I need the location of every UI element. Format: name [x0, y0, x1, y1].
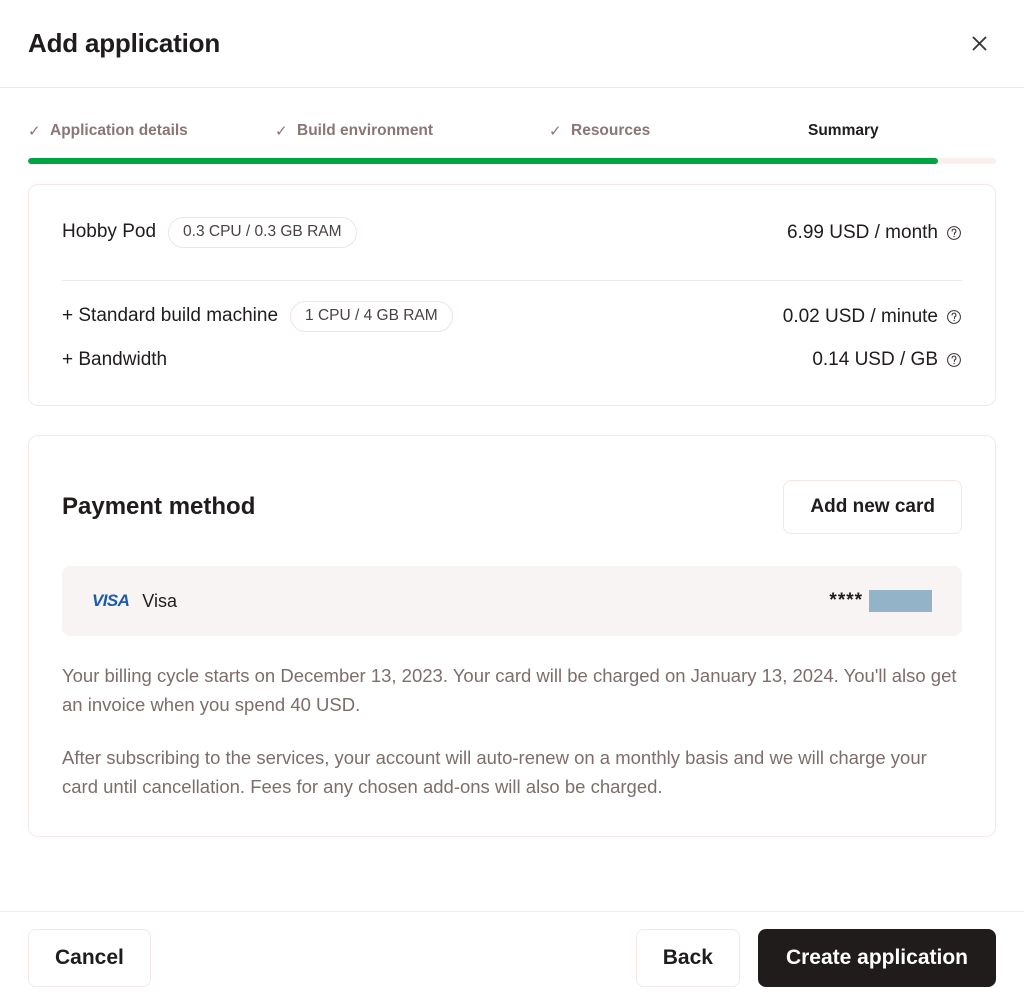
auto-renew-note: After subscribing to the services, your …: [62, 747, 927, 798]
modal-footer: Cancel Back Create application: [0, 911, 1024, 1003]
plan-name: Hobby Pod: [62, 221, 157, 243]
saved-card-row[interactable]: VISA Visa ****: [62, 566, 962, 636]
addon-name: + Standard build machine: [62, 305, 279, 327]
addon-row: + Bandwidth 0.14 USD / GB: [62, 338, 962, 381]
payment-method-header: Payment method Add new card: [62, 480, 962, 534]
close-icon: [970, 34, 989, 53]
step-label: Summary: [808, 122, 879, 139]
cancel-button[interactable]: Cancel: [28, 928, 151, 987]
check-icon: ✓: [28, 122, 41, 140]
addon-price-text: 0.02 USD / minute: [782, 305, 938, 327]
addon-price: 0.02 USD / minute: [783, 306, 962, 328]
step-build-environment[interactable]: ✓ Build environment: [275, 122, 549, 140]
plan-summary-card: Hobby Pod 0.3 CPU / 0.3 GB RAM 6.99 USD …: [28, 184, 996, 406]
addon-info: + Standard build machine 1 CPU / 4 GB RA…: [62, 301, 453, 332]
visa-logo-icon: VISA: [92, 591, 130, 610]
plan-row: Hobby Pod 0.3 CPU / 0.3 GB RAM 6.99 USD …: [62, 185, 962, 280]
step-summary[interactable]: Summary: [808, 122, 879, 140]
step-resources[interactable]: ✓ Resources: [549, 122, 808, 140]
check-icon: ✓: [549, 122, 562, 140]
payment-method-title: Payment method: [62, 493, 256, 520]
check-icon: ✓: [275, 122, 288, 140]
step-list: ✓ Application details ✓ Build environmen…: [0, 114, 1024, 148]
plan-price-text: 6.99 USD / month: [786, 221, 938, 243]
footer-actions: Back Create application: [635, 928, 996, 987]
wizard-stepper: ✓ Application details ✓ Build environmen…: [0, 88, 1024, 164]
plan-price: 6.99 USD / month: [787, 222, 962, 244]
help-circle-icon[interactable]: [946, 352, 962, 368]
card-brand-info: VISA Visa: [92, 591, 177, 612]
plan-info: Hobby Pod 0.3 CPU / 0.3 GB RAM: [62, 217, 357, 248]
help-circle-icon[interactable]: [946, 225, 962, 241]
addon-price-text: 0.14 USD / GB: [812, 348, 938, 370]
payment-method-card: Payment method Add new card VISA Visa **…: [28, 435, 996, 837]
back-button[interactable]: Back: [635, 928, 740, 987]
addons-list: + Standard build machine 1 CPU / 4 GB RA…: [62, 281, 962, 405]
step-label: Application details: [50, 122, 188, 139]
modal-header: Add application: [0, 0, 1024, 88]
addon-name: + Bandwidth: [62, 348, 168, 370]
page-title: Add application: [28, 28, 221, 58]
step-label: Resources: [571, 122, 651, 139]
addon-row: + Standard build machine 1 CPU / 4 GB RA…: [62, 295, 962, 338]
create-application-button[interactable]: Create application: [757, 928, 996, 987]
addon-spec-chip: 1 CPU / 4 GB RAM: [290, 301, 453, 332]
step-label: Build environment: [297, 122, 434, 139]
help-circle-icon[interactable]: [946, 309, 962, 325]
card-number-masked: ****: [829, 590, 932, 612]
step-application-details[interactable]: ✓ Application details: [28, 122, 275, 140]
billing-cycle-note: Your billing cycle starts on December 13…: [62, 665, 957, 715]
addon-info: + Bandwidth: [62, 349, 167, 371]
modal-body: Hobby Pod 0.3 CPU / 0.3 GB RAM 6.99 USD …: [0, 164, 1024, 911]
close-button[interactable]: [962, 27, 996, 61]
addon-price: 0.14 USD / GB: [812, 349, 962, 371]
plan-spec-chip: 0.3 CPU / 0.3 GB RAM: [168, 217, 357, 248]
add-new-card-button[interactable]: Add new card: [783, 480, 962, 534]
add-application-modal: Add application ✓ Application details ✓ …: [0, 0, 1024, 1003]
card-mask-stars: ****: [829, 590, 863, 611]
card-brand-label: Visa: [142, 590, 177, 611]
card-number-redaction: [869, 590, 932, 612]
